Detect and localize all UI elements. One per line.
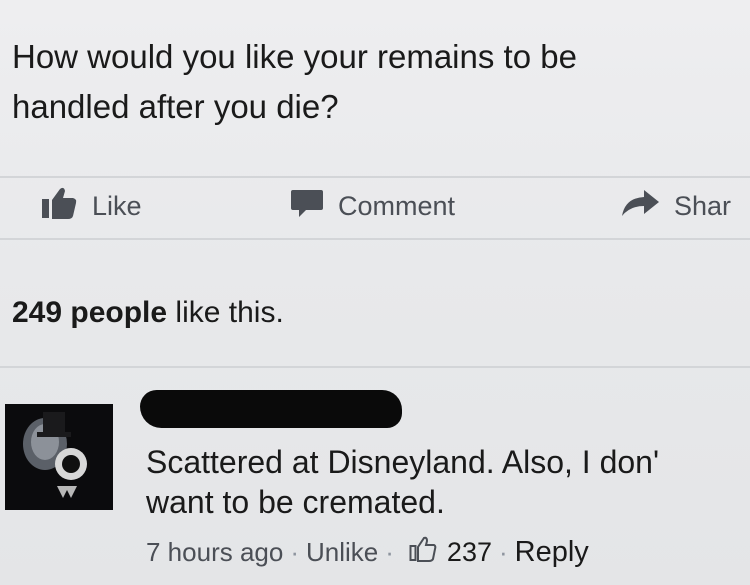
likes-summary[interactable]: 249 people like this.	[12, 296, 284, 330]
comment-text-line-1: Scattered at Disneyland. Also, I don'	[146, 444, 660, 480]
post-action-bar: Like Comment Shar	[0, 178, 750, 234]
share-button-label: Shar	[674, 190, 732, 221]
comment-timestamp[interactable]: 7 hours ago	[146, 537, 283, 568]
likes-suffix: like this.	[167, 296, 284, 329]
speech-bubble-icon	[290, 187, 324, 226]
unlike-link[interactable]: Unlike	[306, 537, 378, 568]
comment: Scattered at Disneyland. Also, I don' wa…	[0, 380, 750, 585]
facebook-post: How would you like your remains to be ha…	[0, 0, 750, 585]
like-button[interactable]: Like	[40, 186, 142, 226]
separator: ·	[385, 537, 394, 567]
separator: ·	[290, 537, 299, 567]
thumbs-up-icon	[40, 186, 78, 227]
comment-like-count[interactable]: 237	[447, 537, 492, 568]
share-button[interactable]: Shar	[620, 186, 731, 226]
comment-button-label: Comment	[338, 190, 456, 221]
comment-button[interactable]: Comment	[290, 186, 455, 226]
share-arrow-icon	[620, 188, 660, 225]
comment-meta: 7 hours ago · Unlike · 237 · Reply	[146, 536, 589, 569]
post-body: How would you like your remains to be ha…	[12, 32, 748, 132]
comment-body: Scattered at Disneyland. Also, I don' wa…	[146, 442, 750, 522]
likes-count: 249 people	[12, 296, 168, 329]
post-text-line-1: How would you like your remains to be	[12, 38, 577, 75]
comment-text-line-2: want to be cremated.	[146, 484, 445, 520]
redacted-commenter-name	[140, 390, 402, 428]
post-text-line-2: handled after you die?	[12, 88, 339, 125]
thumbs-up-outline-icon	[409, 536, 437, 569]
divider-bottom	[0, 366, 750, 368]
like-button-label: Like	[92, 190, 142, 221]
avatar[interactable]	[5, 404, 113, 510]
reply-link[interactable]: Reply	[515, 536, 589, 569]
divider-middle	[0, 238, 750, 240]
separator: ·	[498, 537, 508, 567]
